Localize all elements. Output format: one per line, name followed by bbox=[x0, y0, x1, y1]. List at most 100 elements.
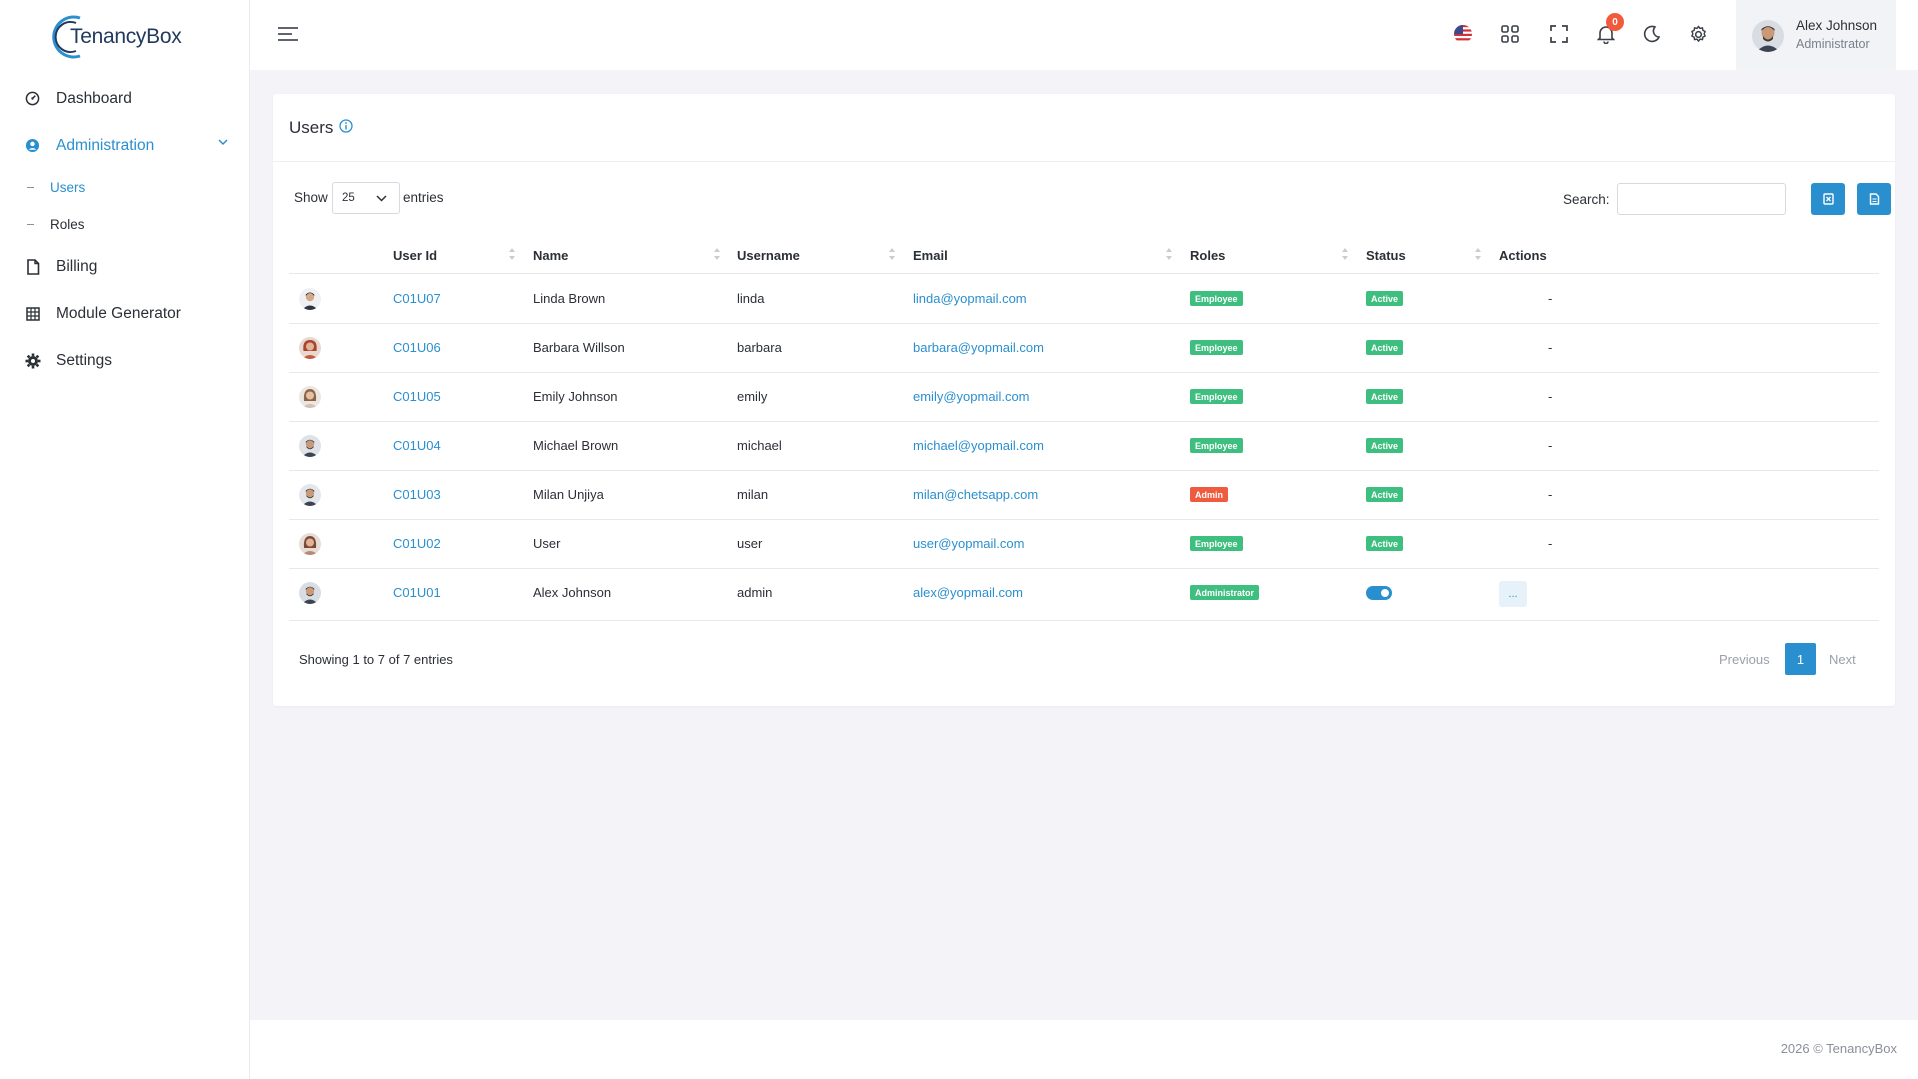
user-id-link[interactable]: C01U01 bbox=[393, 585, 441, 600]
avatar bbox=[299, 386, 321, 408]
avatar bbox=[299, 288, 321, 310]
column-header-username[interactable]: Username bbox=[737, 248, 800, 263]
sort-icon[interactable] bbox=[1165, 245, 1173, 263]
column-header-user-id[interactable]: User Id bbox=[393, 248, 437, 263]
sort-icon[interactable] bbox=[508, 245, 516, 263]
column-header-actions: Actions bbox=[1499, 248, 1547, 263]
user-name: Barbara Willson bbox=[533, 340, 625, 355]
column-header-name[interactable]: Name bbox=[533, 248, 568, 263]
pagination-previous[interactable]: Previous bbox=[1719, 652, 1770, 667]
footer: 2026 © TenancyBox bbox=[250, 1020, 1918, 1079]
export-pdf-button[interactable] bbox=[1857, 183, 1891, 215]
menu-toggle-icon[interactable] bbox=[277, 25, 299, 43]
dash-marker bbox=[27, 187, 34, 188]
pagination-page-1[interactable]: 1 bbox=[1785, 643, 1816, 675]
column-header-status[interactable]: Status bbox=[1366, 248, 1406, 263]
dashboard-gauge-icon bbox=[24, 90, 41, 107]
email-link[interactable]: alex@yopmail.com bbox=[913, 585, 1023, 600]
email-link[interactable]: emily@yopmail.com bbox=[913, 389, 1030, 404]
logo-text: TenancyBox bbox=[70, 25, 182, 48]
user-name: Alex Johnson bbox=[533, 585, 612, 600]
avatar bbox=[299, 337, 321, 359]
status-badge: Active bbox=[1366, 487, 1404, 502]
table-row: C01U03 Milan Unjiya milan milan@chetsapp… bbox=[289, 471, 1879, 520]
email-link[interactable]: user@yopmail.com bbox=[913, 536, 1024, 551]
sidebar-item-billing[interactable]: Billing bbox=[0, 243, 250, 290]
user-id-link[interactable]: C01U05 bbox=[393, 389, 441, 404]
page-title: Users bbox=[289, 118, 334, 137]
action-placeholder: - bbox=[1548, 438, 1553, 453]
action-placeholder: - bbox=[1548, 536, 1553, 551]
status-toggle[interactable] bbox=[1366, 586, 1392, 600]
apps-grid-icon[interactable] bbox=[1498, 22, 1522, 46]
avatar bbox=[299, 582, 321, 604]
avatar bbox=[299, 484, 321, 506]
username: milan bbox=[737, 487, 769, 502]
sort-icon[interactable] bbox=[888, 245, 896, 263]
status-badge: Active bbox=[1366, 389, 1404, 404]
sort-icon[interactable] bbox=[1341, 245, 1349, 263]
gear-icon bbox=[24, 352, 41, 369]
username: admin bbox=[737, 585, 773, 600]
sidebar-item-settings[interactable]: Settings bbox=[0, 337, 250, 384]
user-name: Michael Brown bbox=[533, 438, 619, 453]
email-link[interactable]: barbara@yopmail.com bbox=[913, 340, 1044, 355]
role-badge: Administrator bbox=[1190, 585, 1260, 600]
language-flag-icon[interactable] bbox=[1451, 22, 1475, 46]
sort-icon[interactable] bbox=[713, 245, 721, 263]
user-id-link[interactable]: C01U07 bbox=[393, 291, 441, 306]
sidebar-subitem-label: Roles bbox=[50, 217, 85, 232]
username: linda bbox=[737, 291, 765, 306]
column-header-roles[interactable]: Roles bbox=[1190, 248, 1225, 263]
user-id-link[interactable]: C01U02 bbox=[393, 536, 441, 551]
sidebar-subitem-users[interactable]: Users bbox=[0, 169, 250, 206]
role-badge: Employee bbox=[1190, 291, 1243, 306]
row-actions-button[interactable]: ... bbox=[1499, 581, 1527, 607]
sidebar-item-label: Billing bbox=[56, 257, 98, 275]
status-badge: Active bbox=[1366, 438, 1404, 453]
sidebar-subitem-roles[interactable]: Roles bbox=[0, 206, 250, 243]
avatar bbox=[299, 435, 321, 457]
users-card: Users Show 25 entries Search: User Id Na… bbox=[273, 94, 1895, 706]
sidebar-item-module-generator[interactable]: Module Generator bbox=[0, 290, 250, 337]
file-text-icon bbox=[1869, 193, 1879, 205]
search-label: Search: bbox=[1563, 192, 1610, 207]
dash-marker bbox=[27, 224, 34, 225]
entries-per-page-select[interactable]: 25 bbox=[332, 182, 400, 214]
user-id-link[interactable]: C01U04 bbox=[393, 438, 441, 453]
info-icon[interactable] bbox=[339, 119, 353, 133]
chevron-down-icon bbox=[376, 195, 387, 202]
action-placeholder: - bbox=[1548, 487, 1553, 502]
email-link[interactable]: michael@yopmail.com bbox=[913, 438, 1044, 453]
settings-gear-icon[interactable] bbox=[1686, 22, 1710, 46]
topbar: 0 Alex Johnson Administrator bbox=[250, 0, 1918, 70]
username: emily bbox=[737, 389, 768, 404]
user-id-link[interactable]: C01U06 bbox=[393, 340, 441, 355]
sidebar-item-label: Module Generator bbox=[56, 304, 181, 322]
status-badge: Active bbox=[1366, 340, 1404, 355]
user-circle-icon bbox=[24, 137, 41, 154]
role-badge: Employee bbox=[1190, 340, 1243, 355]
sidebar-item-administration[interactable]: Administration bbox=[0, 122, 250, 169]
notification-bell-icon[interactable]: 0 bbox=[1594, 13, 1624, 46]
status-badge: Active bbox=[1366, 291, 1404, 306]
logo[interactable]: TenancyBox bbox=[50, 12, 210, 62]
user-id-link[interactable]: C01U03 bbox=[393, 487, 441, 502]
dark-mode-moon-icon[interactable] bbox=[1640, 22, 1664, 46]
user-name: User bbox=[533, 536, 561, 551]
export-excel-button[interactable] bbox=[1811, 183, 1845, 215]
fullscreen-icon[interactable] bbox=[1547, 22, 1571, 46]
role-badge: Employee bbox=[1190, 438, 1243, 453]
document-icon bbox=[24, 258, 41, 275]
user-role: Administrator bbox=[1796, 37, 1870, 51]
search-input[interactable] bbox=[1617, 183, 1786, 215]
sidebar-item-dashboard[interactable]: Dashboard bbox=[0, 75, 250, 122]
column-header-email[interactable]: Email bbox=[913, 248, 948, 263]
sort-icon[interactable] bbox=[1474, 245, 1482, 263]
pagination-next[interactable]: Next bbox=[1829, 652, 1856, 667]
table-header: User Id Name Username Email Roles Status… bbox=[289, 237, 1879, 274]
user-menu[interactable]: Alex Johnson Administrator bbox=[1736, 0, 1896, 70]
email-link[interactable]: milan@chetsapp.com bbox=[913, 487, 1038, 502]
email-link[interactable]: linda@yopmail.com bbox=[913, 291, 1027, 306]
sidebar-item-label: Administration bbox=[56, 136, 155, 154]
